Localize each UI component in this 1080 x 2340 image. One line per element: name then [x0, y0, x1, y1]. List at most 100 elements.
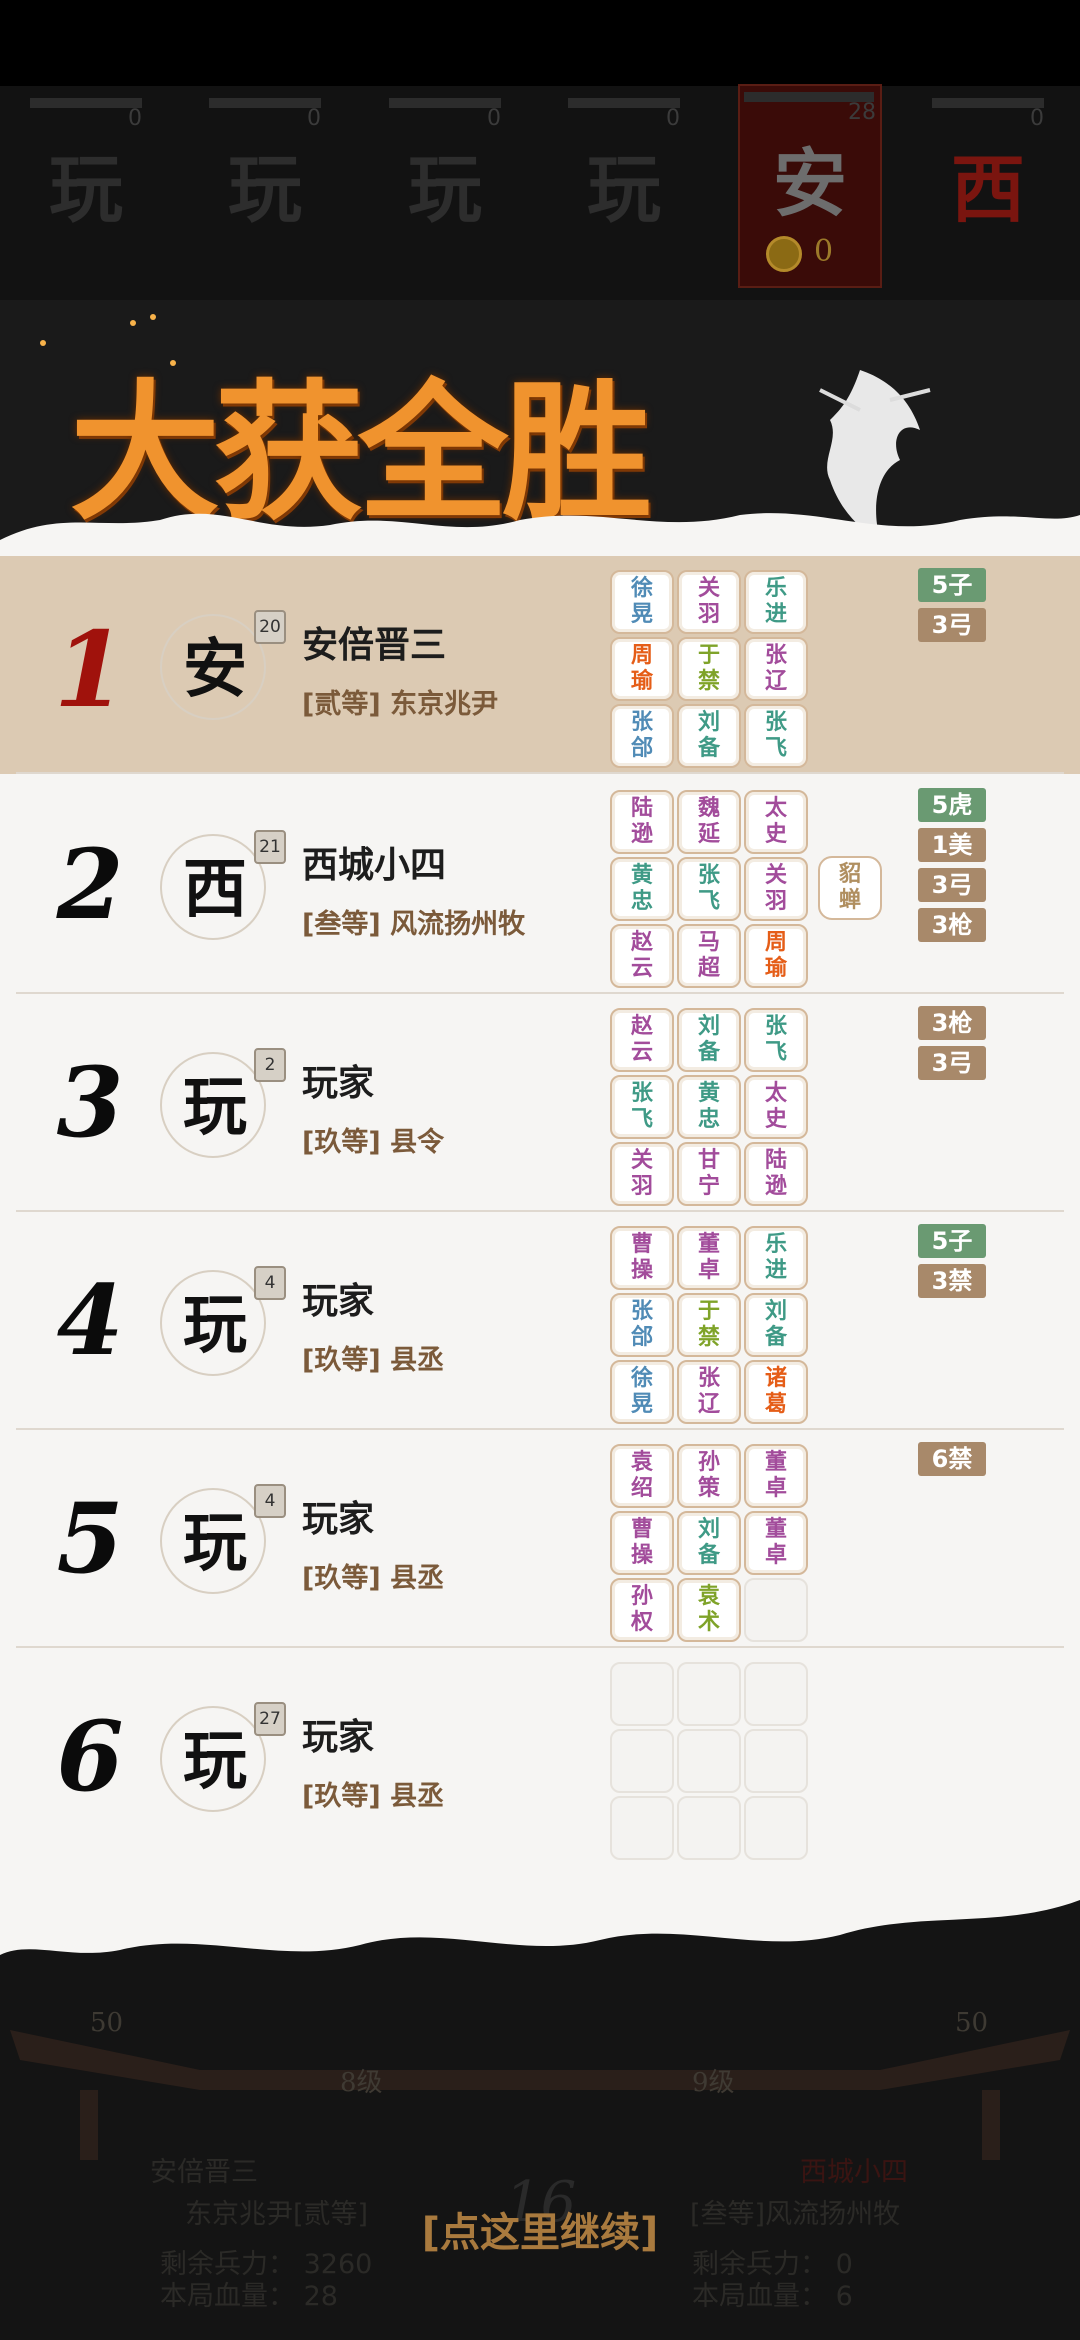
right-level-number: 50 — [955, 2008, 989, 2038]
player-name: 玩家 — [302, 1499, 375, 1540]
player-title: [玖等] 县丞 — [302, 1563, 445, 1594]
rank-row: 5 玩 4 玩家 [玖等] 县丞袁 绍孙 策董 卓曹 操刘 备董 卓孙 权袁 术 6禁 — [0, 1430, 1080, 1648]
hero-card: 魏 延 — [677, 790, 741, 854]
player-title: [贰等] 东京兆尹 — [302, 689, 499, 720]
combo-tags: 5子 3弓 — [918, 568, 988, 648]
level-badge: 27 — [254, 1702, 286, 1736]
hero-card: 刘 备 — [677, 704, 741, 768]
rank-row: 1 安 20 安倍晋三 [贰等] 东京兆尹 徐 晃 关 羽 乐 进周 瑜 于 禁 张 辽张 郃 刘 … — [0, 556, 1080, 774]
rank-row: 4 玩 4 玩家 [玖等] 县丞 曹 操 董 卓 乐 进张 郃 于 禁 刘 备徐 晃 张 辽 诸 葛 5… — [0, 1212, 1080, 1430]
hero-card-label: 貂 蝉 — [838, 862, 861, 913]
combo-tag: 6禁 — [918, 1442, 986, 1476]
left-player-name: 安倍晋三 — [150, 2157, 258, 2188]
rank-number: 5 — [56, 1482, 124, 1595]
player-glyph: 玩 — [587, 147, 661, 233]
left-player-rank: 东京兆尹[贰等] — [185, 2199, 369, 2230]
hero-card-label: 关 羽 — [697, 576, 720, 627]
hero-card: 董 卓 — [744, 1444, 808, 1508]
special-hero-card: 貂 蝉 — [818, 856, 882, 920]
hero-card-grid: 曹 操 董 卓 乐 进张 郃 于 禁 刘 备徐 晃 张 辽 诸 葛 — [610, 1226, 826, 1426]
combo-tag: 5子 — [918, 1224, 986, 1258]
level-badge: 20 — [254, 610, 286, 644]
combo-tag: 1美 — [918, 828, 986, 862]
hero-card: 张 辽 — [677, 1360, 741, 1424]
hp-bar — [209, 98, 321, 108]
hero-card: 袁 术 — [677, 1578, 741, 1642]
player-title: [玖等] 县丞 — [302, 1345, 445, 1376]
empty-card-slot — [744, 1578, 808, 1642]
hero-card-label: 张 辽 — [764, 643, 787, 694]
hero-card-label: 陆 逊 — [630, 796, 653, 847]
rank-number: 1 — [53, 608, 127, 731]
hero-card-label: 董 卓 — [764, 1450, 787, 1501]
hero-card: 刘 备 — [677, 1511, 741, 1575]
hero-card-label: 徐 晃 — [630, 1366, 653, 1417]
row-divider — [16, 772, 1064, 774]
hp-count: 0 — [487, 106, 501, 131]
level-badge: 4 — [254, 1266, 286, 1300]
hp-count: 0 — [128, 106, 142, 131]
hero-card-label: 周 瑜 — [764, 930, 787, 981]
hero-card: 关 羽 — [744, 857, 808, 921]
combo-tag: 3弓 — [918, 1046, 986, 1080]
avatar: 玩 — [160, 1052, 268, 1160]
empty-card-slot — [677, 1662, 741, 1726]
hero-card: 陆 逊 — [744, 1142, 808, 1206]
hero-card: 诸 葛 — [744, 1360, 808, 1424]
combo-tag: 5虎 — [918, 788, 986, 822]
hero-card: 赵 云 — [610, 924, 674, 988]
hero-card-label: 刘 备 — [697, 710, 720, 761]
hero-card-label: 袁 绍 — [630, 1450, 653, 1501]
hero-card-label: 甘 宁 — [697, 1148, 720, 1199]
rank-number: 6 — [56, 1700, 124, 1813]
continue-button[interactable]: [点这里继续] — [410, 2200, 670, 2260]
hero-card-label: 关 羽 — [630, 1148, 653, 1199]
hero-card-label: 黄 忠 — [697, 1081, 720, 1132]
rank-number: 3 — [56, 1046, 124, 1159]
left-hp: 本局血量： 28 — [160, 2281, 338, 2312]
hero-card: 张 飞 — [744, 1008, 808, 1072]
hero-card-label: 孙 权 — [630, 1584, 653, 1635]
hero-card: 太 史 — [744, 1075, 808, 1139]
avatar: 西 — [160, 834, 268, 942]
hero-card: 乐 进 — [744, 570, 808, 634]
empty-card-slot — [610, 1729, 674, 1793]
empty-card-slot — [744, 1662, 808, 1726]
top-player-slot-active: 28 安 0 — [738, 84, 882, 288]
avatar: 安 — [160, 614, 268, 722]
combo-tags: 6禁 — [918, 1442, 988, 1482]
hero-card-label: 诸 葛 — [764, 1366, 787, 1417]
hero-card-label: 赵 云 — [630, 1014, 653, 1065]
player-name: 西城小四 — [302, 845, 447, 886]
hero-card-label: 张 辽 — [697, 1366, 720, 1417]
hero-card-label: 赵 云 — [630, 930, 653, 981]
combo-tag: 5子 — [918, 568, 986, 602]
combo-tag: 3弓 — [918, 868, 986, 902]
hero-card-label: 马 超 — [697, 930, 720, 981]
avatar: 玩 — [160, 1488, 268, 1596]
empty-card-slot — [610, 1796, 674, 1860]
hero-card: 张 飞 — [677, 857, 741, 921]
combo-tag: 3枪 — [918, 908, 986, 942]
hero-card: 孙 权 — [610, 1578, 674, 1642]
top-player-slot: 0 玩 — [564, 92, 684, 282]
hero-card-label: 乐 进 — [764, 576, 787, 627]
hero-card-label: 太 史 — [764, 796, 787, 847]
hero-card-label: 陆 逊 — [764, 1148, 787, 1199]
hero-card: 张 飞 — [610, 1075, 674, 1139]
hero-card-label: 张 飞 — [697, 863, 720, 914]
player-title: [玖等] 县丞 — [302, 1781, 445, 1812]
combo-tag: 3弓 — [918, 608, 986, 642]
hero-card: 孙 策 — [677, 1444, 741, 1508]
avatar: 玩 — [160, 1706, 268, 1814]
rank-number: 2 — [56, 828, 124, 941]
hero-card-label: 黄 忠 — [630, 863, 653, 914]
hero-card: 关 羽 — [610, 1142, 674, 1206]
player-name: 玩家 — [302, 1281, 375, 1322]
hp-bar — [568, 98, 680, 108]
hero-card: 刘 备 — [744, 1293, 808, 1357]
hero-card-label: 曹 操 — [630, 1232, 653, 1283]
top-player-strip: 0 玩 0 玩 0 玩 0 玩 28 安 0 0 西 — [0, 0, 1080, 300]
rank-row: 6 玩 27 玩家 [玖等] 县丞 — [0, 1648, 1080, 1866]
hero-card: 马 超 — [677, 924, 741, 988]
